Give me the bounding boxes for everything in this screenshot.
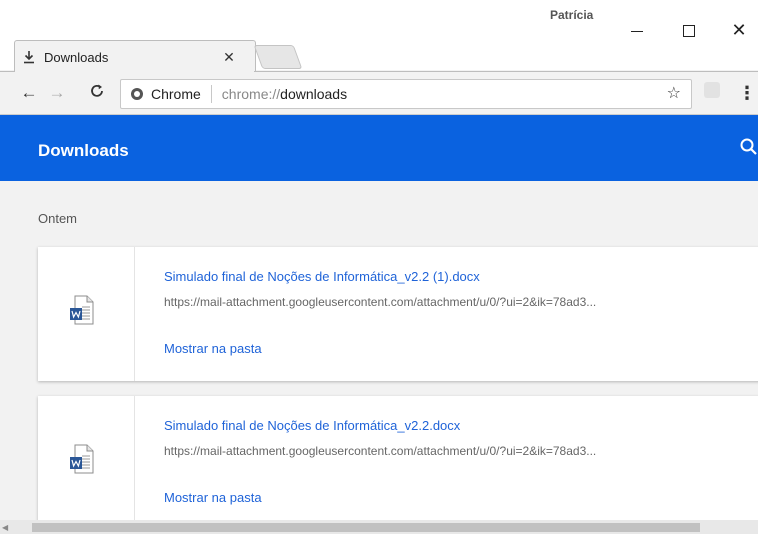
file-icon-column bbox=[38, 247, 135, 381]
close-window-button[interactable]: ✕ bbox=[724, 18, 754, 42]
address-separator bbox=[210, 85, 212, 103]
page-title: Downloads bbox=[38, 141, 129, 160]
tab-title: Downloads bbox=[44, 49, 109, 65]
show-in-folder-link[interactable]: Mostrar na pasta bbox=[164, 490, 262, 505]
horizontal-scrollbar[interactable]: ◀ bbox=[0, 520, 758, 534]
minimize-icon bbox=[631, 30, 643, 32]
date-group-label: Ontem bbox=[38, 211, 78, 226]
maximize-icon bbox=[683, 25, 695, 38]
file-source-url[interactable]: https://mail-attachment.googleuserconten… bbox=[164, 295, 596, 309]
profile-user-name[interactable]: Patrícia bbox=[550, 8, 593, 22]
show-in-folder-link[interactable]: Mostrar na pasta bbox=[164, 341, 262, 356]
scroll-left-icon[interactable]: ◀ bbox=[2, 523, 8, 532]
file-name-link[interactable]: Simulado final de Noções de Informática_… bbox=[164, 269, 480, 284]
tab-close-icon[interactable]: ✕ bbox=[219, 49, 239, 66]
chrome-page-icon bbox=[131, 88, 143, 100]
download-icon bbox=[22, 50, 36, 64]
scrollbar-thumb[interactable] bbox=[32, 523, 700, 532]
browser-toolbar: ← → Chrome chrome:// downloads ☆ bbox=[0, 72, 758, 115]
file-source-url[interactable]: https://mail-attachment.googleuserconten… bbox=[164, 444, 596, 458]
word-document-icon bbox=[70, 444, 94, 474]
extension-icon[interactable] bbox=[704, 82, 720, 98]
origin-label: Chrome bbox=[151, 86, 201, 102]
downloads-list: Ontem Simulado final de Noções de Inform… bbox=[0, 181, 758, 534]
new-tab-button[interactable] bbox=[253, 45, 303, 69]
minimize-button[interactable] bbox=[622, 18, 652, 42]
word-document-icon bbox=[70, 295, 94, 325]
download-item: Simulado final de Noções de Informática_… bbox=[38, 247, 758, 381]
reload-button[interactable] bbox=[86, 82, 108, 104]
maximize-button[interactable] bbox=[674, 18, 704, 42]
reload-icon bbox=[91, 84, 103, 97]
tab-downloads-content[interactable]: Downloads ✕ bbox=[22, 43, 247, 71]
file-icon-column bbox=[38, 396, 135, 530]
url-scheme: chrome:// bbox=[221, 86, 281, 102]
downloads-header: Downloads bbox=[0, 115, 758, 181]
browser-window: Downloads ✕ Patrícia ✕ ← → Chrome chrome… bbox=[0, 0, 758, 534]
back-button[interactable]: ← bbox=[18, 82, 40, 104]
chrome-menu-icon[interactable]: ⋮ bbox=[738, 82, 756, 104]
search-button[interactable] bbox=[738, 135, 758, 159]
bookmark-star-icon[interactable]: ☆ bbox=[667, 83, 681, 103]
address-bar[interactable]: Chrome chrome:// downloads ☆ bbox=[120, 79, 692, 109]
url-path: downloads bbox=[280, 86, 348, 102]
search-icon bbox=[740, 138, 757, 155]
forward-button[interactable]: → bbox=[46, 82, 68, 104]
download-item: Simulado final de Noções de Informática_… bbox=[38, 396, 758, 530]
file-name-link[interactable]: Simulado final de Noções de Informática_… bbox=[164, 418, 460, 433]
